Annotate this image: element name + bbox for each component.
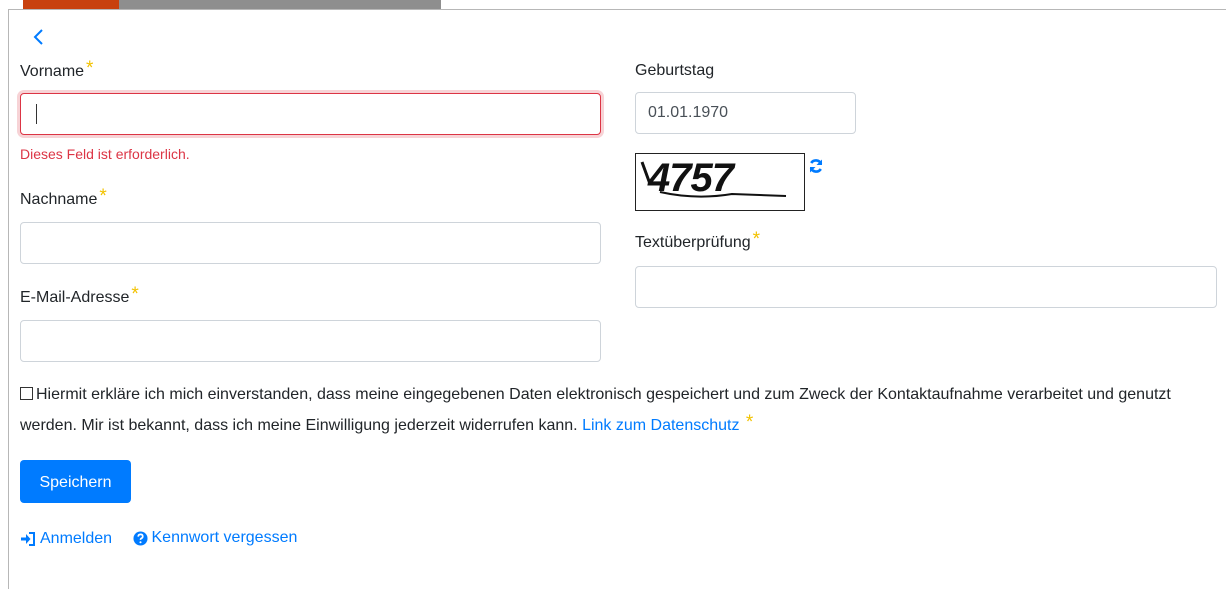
nachname-label: Nachname *: [20, 186, 107, 209]
required-star-icon: *: [745, 412, 754, 433]
tab-inactive[interactable]: [119, 0, 441, 9]
footer-links: Anmelden Kennwort vergessen: [20, 529, 297, 551]
geburtstag-value: 01.01.1970: [648, 104, 729, 121]
chevron-left-icon: [33, 29, 43, 45]
top-tab-bar: [0, 0, 1226, 9]
nachname-input[interactable]: [20, 222, 601, 264]
tab-active[interactable]: [23, 0, 119, 9]
captcha-text: 4757: [648, 156, 734, 200]
save-button[interactable]: Speichern: [20, 460, 131, 503]
geburtstag-label: Geburtstag: [635, 62, 715, 79]
vorname-error: Dieses Feld ist erforderlich.: [20, 146, 190, 162]
required-star-icon: *: [86, 58, 94, 79]
login-link[interactable]: Anmelden: [20, 530, 112, 548]
back-button[interactable]: [31, 27, 47, 47]
captcha-image: 4757: [635, 153, 805, 211]
vorname-label: Vorname *: [20, 58, 94, 81]
geburtstag-input[interactable]: 01.01.1970: [635, 92, 856, 134]
forgot-password-link[interactable]: Kennwort vergessen: [132, 529, 297, 547]
question-circle-icon: [132, 530, 148, 546]
required-star-icon: *: [752, 229, 761, 250]
privacy-link[interactable]: Link zum Datenschutz: [582, 417, 739, 434]
vorname-input[interactable]: [20, 93, 601, 135]
refresh-icon[interactable]: [808, 158, 824, 174]
text-cursor: [36, 103, 37, 124]
sign-in-icon: [21, 531, 35, 546]
required-star-icon: *: [99, 186, 107, 207]
textpruefung-label: Textüberprüfung *: [635, 229, 761, 252]
consent-checkbox[interactable]: [20, 387, 33, 400]
required-star-icon: *: [131, 284, 139, 305]
consent-block: Hiermit erkläre ich mich einverstanden, …: [20, 380, 1200, 441]
email-input[interactable]: [20, 320, 601, 362]
textpruefung-input[interactable]: [635, 266, 1217, 308]
email-label: E-Mail-Adresse *: [20, 284, 139, 307]
